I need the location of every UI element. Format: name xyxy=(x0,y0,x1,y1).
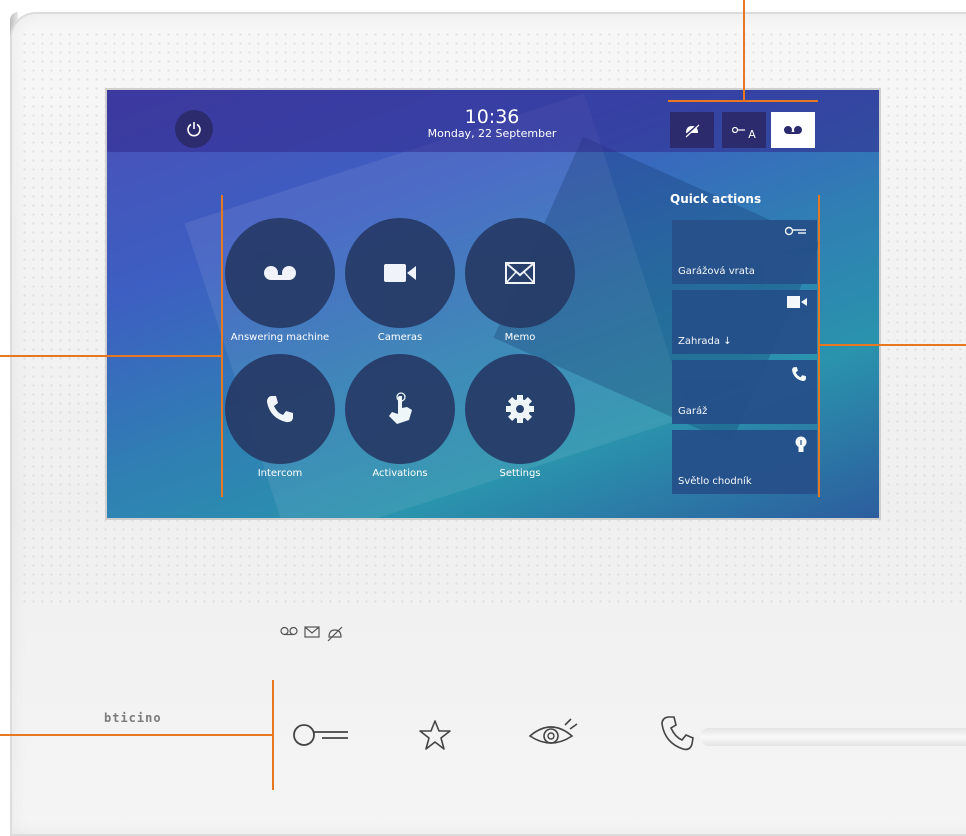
quick-action-item[interactable]: Garáž xyxy=(672,360,817,424)
key-icon xyxy=(785,226,806,236)
app-memo[interactable]: Memo xyxy=(465,218,575,348)
quick-action-item[interactable]: Světlo chodník xyxy=(672,430,817,494)
quick-action-label: Garážová vrata xyxy=(678,266,755,277)
callout-line xyxy=(668,100,818,102)
app-label: Memo xyxy=(504,332,536,343)
app-cameras[interactable]: Cameras xyxy=(345,218,455,348)
app-button[interactable] xyxy=(345,354,455,464)
quick-action-label: Světlo chodník xyxy=(678,476,752,487)
answering-machine-button[interactable] xyxy=(771,112,815,148)
status-leds xyxy=(280,626,344,642)
camera-icon xyxy=(384,264,416,282)
app-settings[interactable]: Settings xyxy=(465,354,575,484)
power-button[interactable] xyxy=(175,110,213,148)
clock: 10:36 Monday, 22 September xyxy=(407,107,577,141)
ringtone-off-button[interactable] xyxy=(670,112,714,148)
app-button[interactable] xyxy=(225,354,335,464)
app-button[interactable] xyxy=(345,218,455,328)
callout-line xyxy=(0,734,273,736)
quick-action-label: Zahrada ↓ xyxy=(678,336,732,347)
favorites-star-button[interactable] xyxy=(418,718,452,752)
clock-date: Monday, 22 September xyxy=(427,127,557,140)
quick-action-item[interactable]: Garážová vrata xyxy=(672,220,817,284)
answering-machine-icon xyxy=(264,266,296,280)
door-lock-a-button[interactable]: A xyxy=(722,112,766,148)
app-intercom[interactable]: Intercom xyxy=(225,354,335,484)
quick-action-label: Garáž xyxy=(678,406,708,417)
clock-time: 10:36 xyxy=(464,106,520,128)
envelope-icon xyxy=(505,262,535,284)
door-lock-hw-button[interactable] xyxy=(292,722,350,748)
handset-call-button[interactable] xyxy=(660,714,694,752)
door-lock-label: A xyxy=(748,127,756,141)
quick-actions-title: Quick actions xyxy=(670,192,762,206)
ringtone-off-icon xyxy=(684,123,700,138)
key-icon xyxy=(732,126,746,134)
power-icon xyxy=(187,122,201,137)
app-button[interactable] xyxy=(465,218,575,328)
answering-machine-icon xyxy=(784,126,802,134)
app-answering-machine[interactable]: Answering machine xyxy=(225,218,335,348)
callout-line xyxy=(818,195,820,497)
callout-line xyxy=(221,195,223,497)
phone-icon xyxy=(792,367,806,382)
phone-icon xyxy=(267,396,293,423)
envelope-led-icon xyxy=(304,626,320,638)
handset-groove xyxy=(700,728,966,746)
app-button[interactable] xyxy=(225,218,335,328)
quick-action-item[interactable]: Zahrada ↓ xyxy=(672,290,817,354)
callout-line xyxy=(0,355,222,357)
callout-line xyxy=(743,0,745,102)
camera-icon xyxy=(787,296,807,308)
app-activations[interactable]: Activations xyxy=(345,354,455,484)
camera-view-eye-button[interactable] xyxy=(527,716,579,750)
light-bulb-icon xyxy=(795,436,807,452)
callout-line xyxy=(818,344,966,346)
ringtone-off-led-icon xyxy=(327,626,343,642)
answering-machine-led-icon xyxy=(280,626,298,636)
brand-logo: bticino xyxy=(104,711,162,725)
app-button[interactable] xyxy=(465,354,575,464)
gear-icon xyxy=(506,395,534,423)
hand-tap-icon xyxy=(389,392,412,424)
app-label: Settings xyxy=(499,468,541,479)
